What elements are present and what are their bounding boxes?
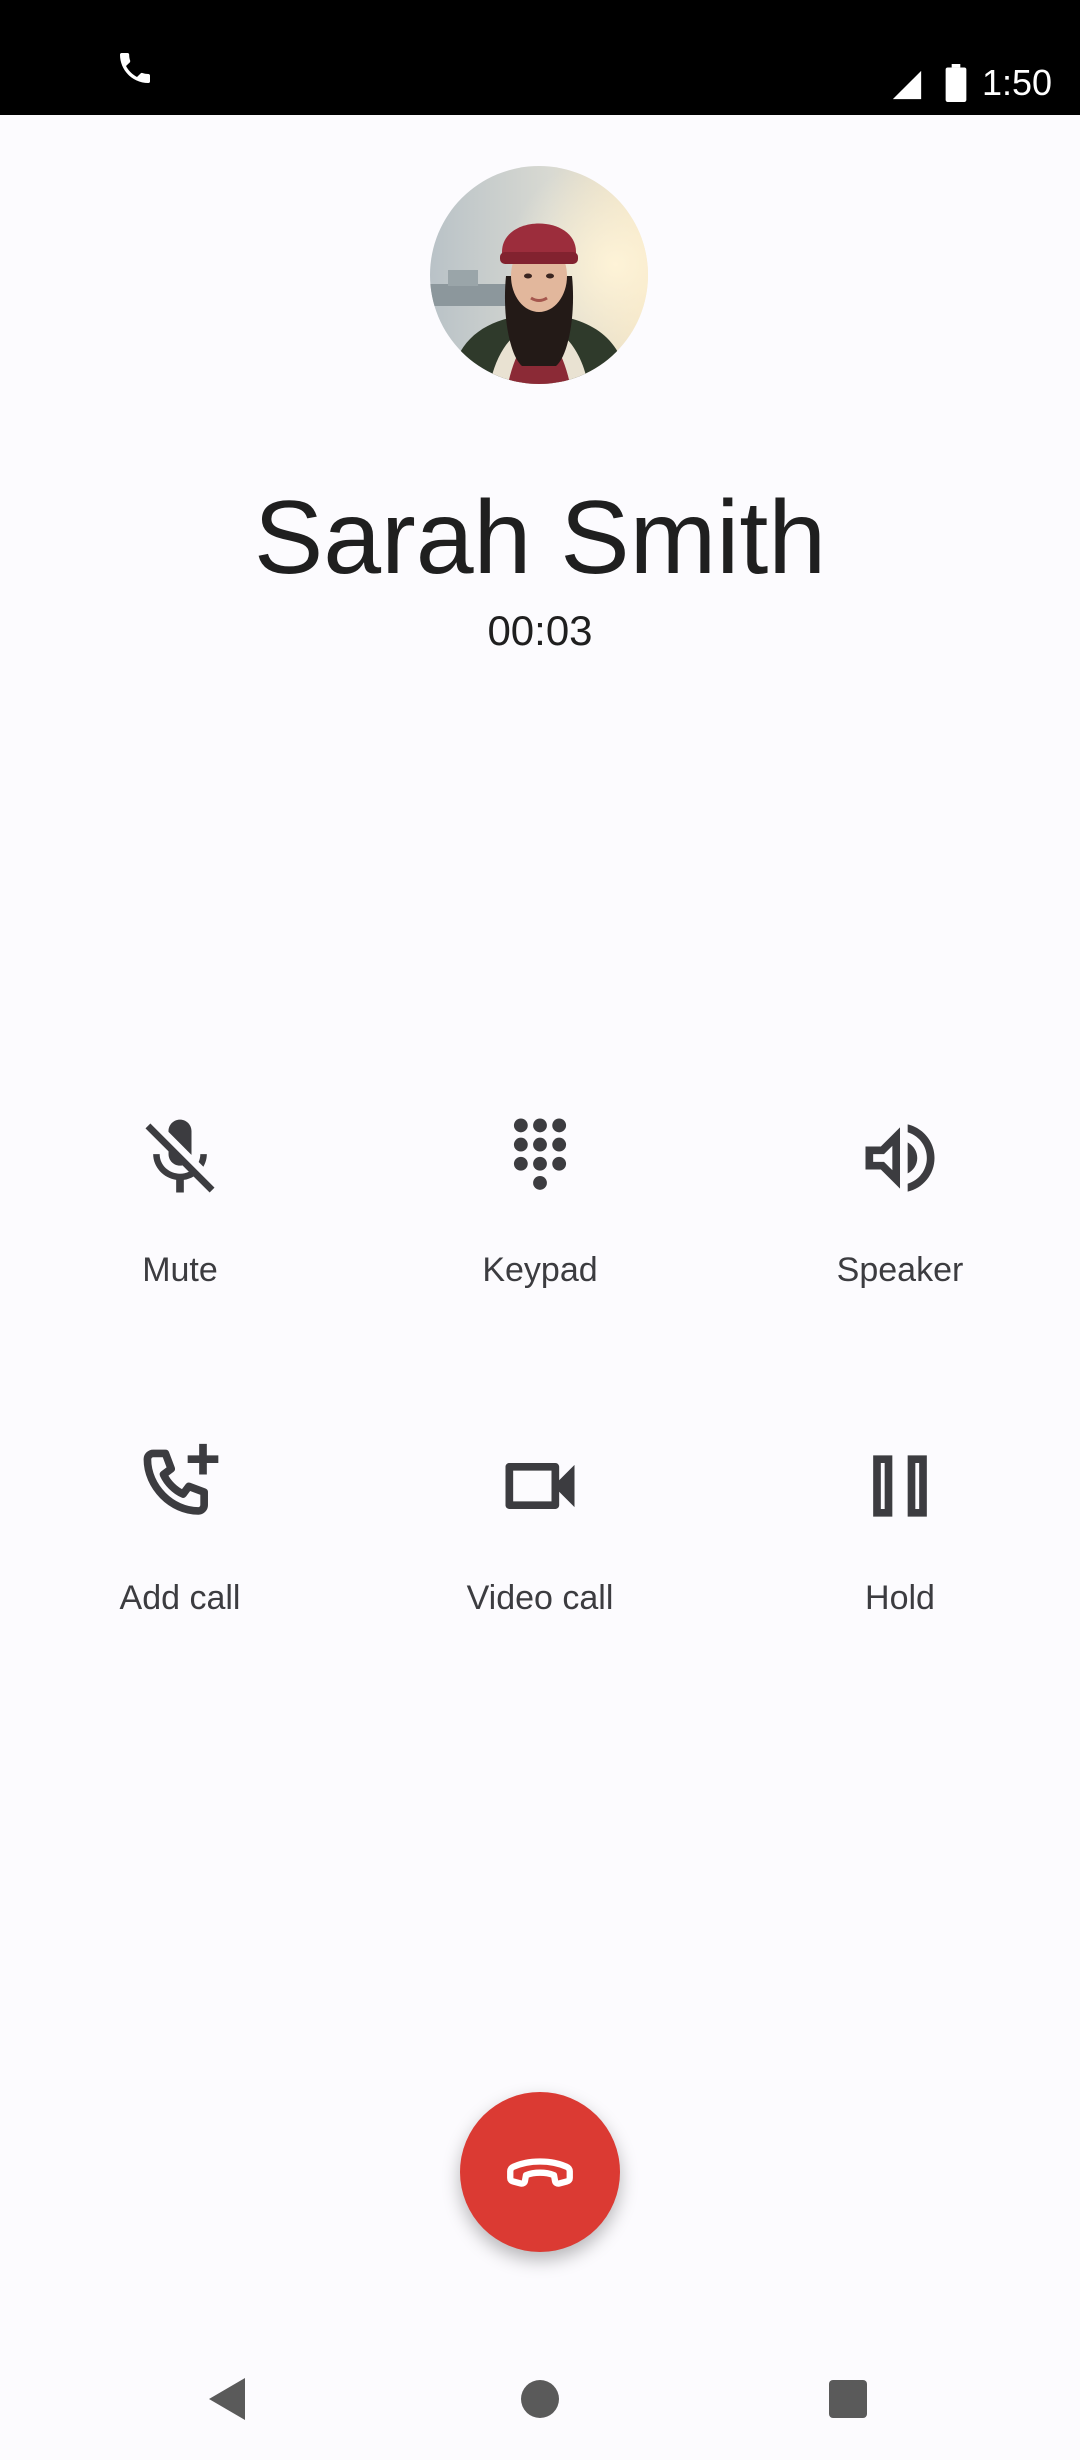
speaker-icon [865, 1124, 935, 1192]
call-end-icon [507, 2158, 573, 2187]
add-call-icon [143, 1443, 219, 1515]
cell-signal-icon [892, 70, 922, 100]
call-timer: 00:03 [487, 607, 593, 654]
mute-button[interactable]: Mute [30, 1112, 330, 1342]
end-call-button[interactable] [460, 2092, 620, 2252]
home-circle-icon[interactable] [521, 2380, 559, 2418]
phone-icon [120, 53, 150, 83]
pause-icon [873, 1455, 927, 1517]
status-time: 1:50 [982, 62, 1053, 103]
hold-button[interactable]: Hold [750, 1440, 1050, 1670]
mic-off-icon [145, 1119, 215, 1193]
keypad-button[interactable]: Keypad [390, 1112, 690, 1342]
video-call-label: Video call [466, 1579, 614, 1617]
battery-icon [945, 64, 967, 102]
add-call-label: Add call [119, 1579, 241, 1617]
contact-avatar [430, 166, 648, 384]
status-bar: 1:50 [0, 0, 1080, 115]
dialpad-icon [513, 1118, 567, 1190]
navigation-bar [0, 2340, 1080, 2460]
keypad-label: Keypad [482, 1251, 598, 1289]
speaker-button[interactable]: Speaker [750, 1112, 1050, 1342]
speaker-label: Speaker [836, 1251, 964, 1289]
video-call-button[interactable]: Video call [390, 1440, 690, 1670]
video-camera-icon [505, 1463, 575, 1509]
recents-square-icon[interactable] [829, 2380, 867, 2418]
hold-label: Hold [865, 1579, 935, 1617]
caller-name: Sarah Smith [253, 480, 827, 596]
back-triangle-icon[interactable] [205, 2374, 249, 2424]
in-call-screen: 1:50 Sarah Smith 00:03 Mute Keypad Speak… [0, 0, 1080, 2460]
add-call-button[interactable]: Add call [30, 1440, 330, 1670]
mute-label: Mute [142, 1251, 218, 1289]
